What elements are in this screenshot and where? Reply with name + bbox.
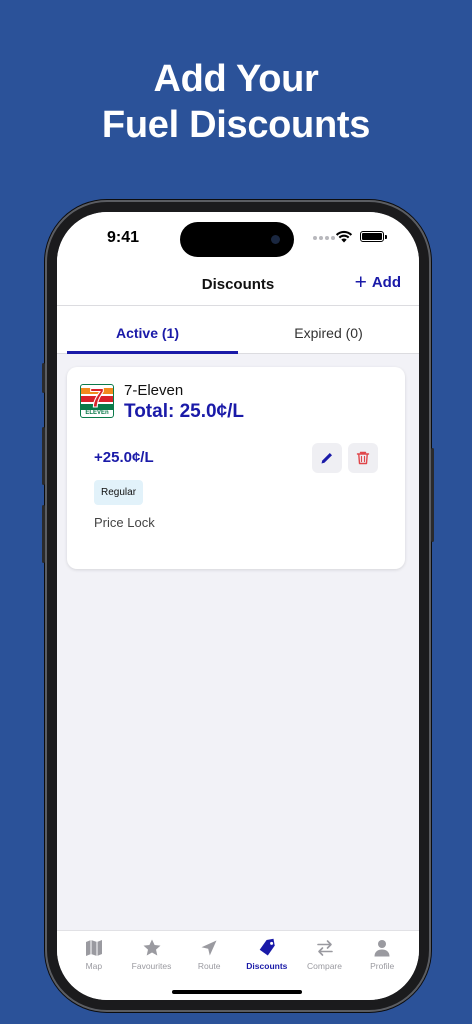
add-discount-label: Add	[371, 274, 401, 291]
headline-line-2: Fuel Discounts	[101, 104, 371, 146]
cellular-signal-icon	[313, 236, 335, 240]
delete-button[interactable]	[348, 443, 378, 473]
phone-frame: 9:41 Discounts + Add Active (1) Expired …	[42, 200, 434, 1012]
tab-bar-favourites-label: Favourites	[131, 961, 172, 971]
tab-active[interactable]: Active (1)	[57, 306, 238, 354]
status-time: 9:41	[107, 229, 140, 246]
navigation-bar: Discounts + Add	[57, 262, 419, 306]
tab-bar-compare-label: Compare	[307, 961, 342, 971]
person-icon	[374, 940, 390, 957]
phone-screen: 9:41 Discounts + Add Active (1) Expired …	[57, 212, 419, 1000]
marketing-headline: Add Your Fuel Discounts	[0, 56, 472, 148]
edit-button[interactable]	[312, 443, 342, 473]
home-indicator	[172, 990, 302, 994]
tab-bar-map-label: Map	[85, 961, 103, 971]
headline-line-1: Add Your	[153, 58, 319, 100]
status-bar: 9:41	[57, 212, 419, 262]
battery-icon	[360, 231, 387, 242]
wifi-icon	[335, 230, 353, 243]
add-discount-button[interactable]: + Add	[354, 271, 401, 294]
segmented-tabs: Active (1) Expired (0)	[57, 306, 419, 354]
logo-word: ELEVEn	[85, 410, 109, 416]
phone-volume-down-button	[42, 505, 45, 563]
discount-total: Total: 25.0¢/L	[124, 401, 245, 422]
7-eleven-logo: 7 ELEVEn	[80, 384, 114, 418]
station-name: 7-Eleven	[124, 382, 184, 399]
tab-expired[interactable]: Expired (0)	[238, 306, 419, 353]
pencil-icon	[321, 453, 332, 464]
star-icon	[143, 939, 160, 956]
tag-icon	[259, 938, 275, 956]
plus-icon: +	[354, 271, 367, 294]
phone-action-button	[42, 363, 45, 393]
map-icon	[85, 940, 102, 956]
dynamic-island	[180, 222, 294, 257]
camera-icon	[271, 235, 280, 244]
discount-card[interactable]: 7 ELEVEn 7-Eleven Total: 25.0¢/L +25.0¢/…	[67, 367, 405, 569]
trash-icon	[356, 451, 370, 465]
fuel-type-badge: Regular	[94, 480, 144, 505]
phone-volume-up-button	[42, 427, 45, 485]
tab-bar-map[interactable]: Map	[65, 931, 123, 1000]
navigation-arrow-icon	[201, 940, 217, 956]
tab-bar-profile-label: Profile	[370, 961, 395, 971]
discount-amount: +25.0¢/L	[94, 449, 154, 466]
tab-bar-profile[interactable]: Profile	[353, 931, 411, 1000]
tab-bar-compare[interactable]: Compare	[296, 931, 354, 1000]
tab-bar-discounts-label: Discounts	[246, 961, 288, 971]
swap-arrows-icon	[316, 940, 333, 956]
phone-power-button	[431, 448, 434, 542]
discount-type-label: Price Lock	[94, 515, 155, 530]
tab-bar-route-label: Route	[197, 961, 221, 971]
